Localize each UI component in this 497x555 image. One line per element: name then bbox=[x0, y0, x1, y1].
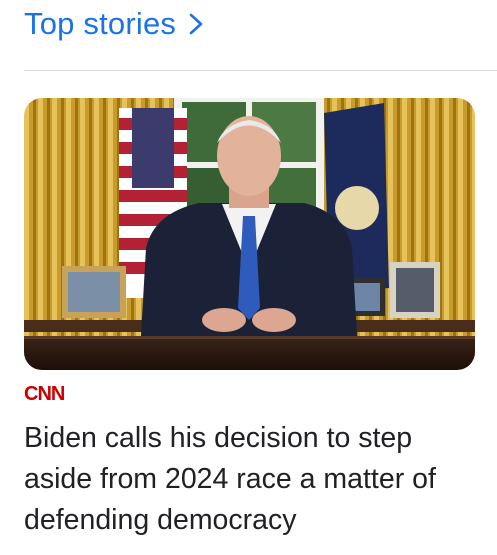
svg-text:CNN: CNN bbox=[24, 383, 65, 404]
story-card[interactable]: CNN Biden calls his decision to step asi… bbox=[0, 0, 497, 555]
story-headline[interactable]: Biden calls his decision to step aside f… bbox=[24, 418, 484, 541]
oval-office-image bbox=[24, 98, 475, 370]
story-thumbnail[interactable] bbox=[24, 98, 475, 370]
publisher-logo-cnn: CNN bbox=[24, 383, 66, 404]
